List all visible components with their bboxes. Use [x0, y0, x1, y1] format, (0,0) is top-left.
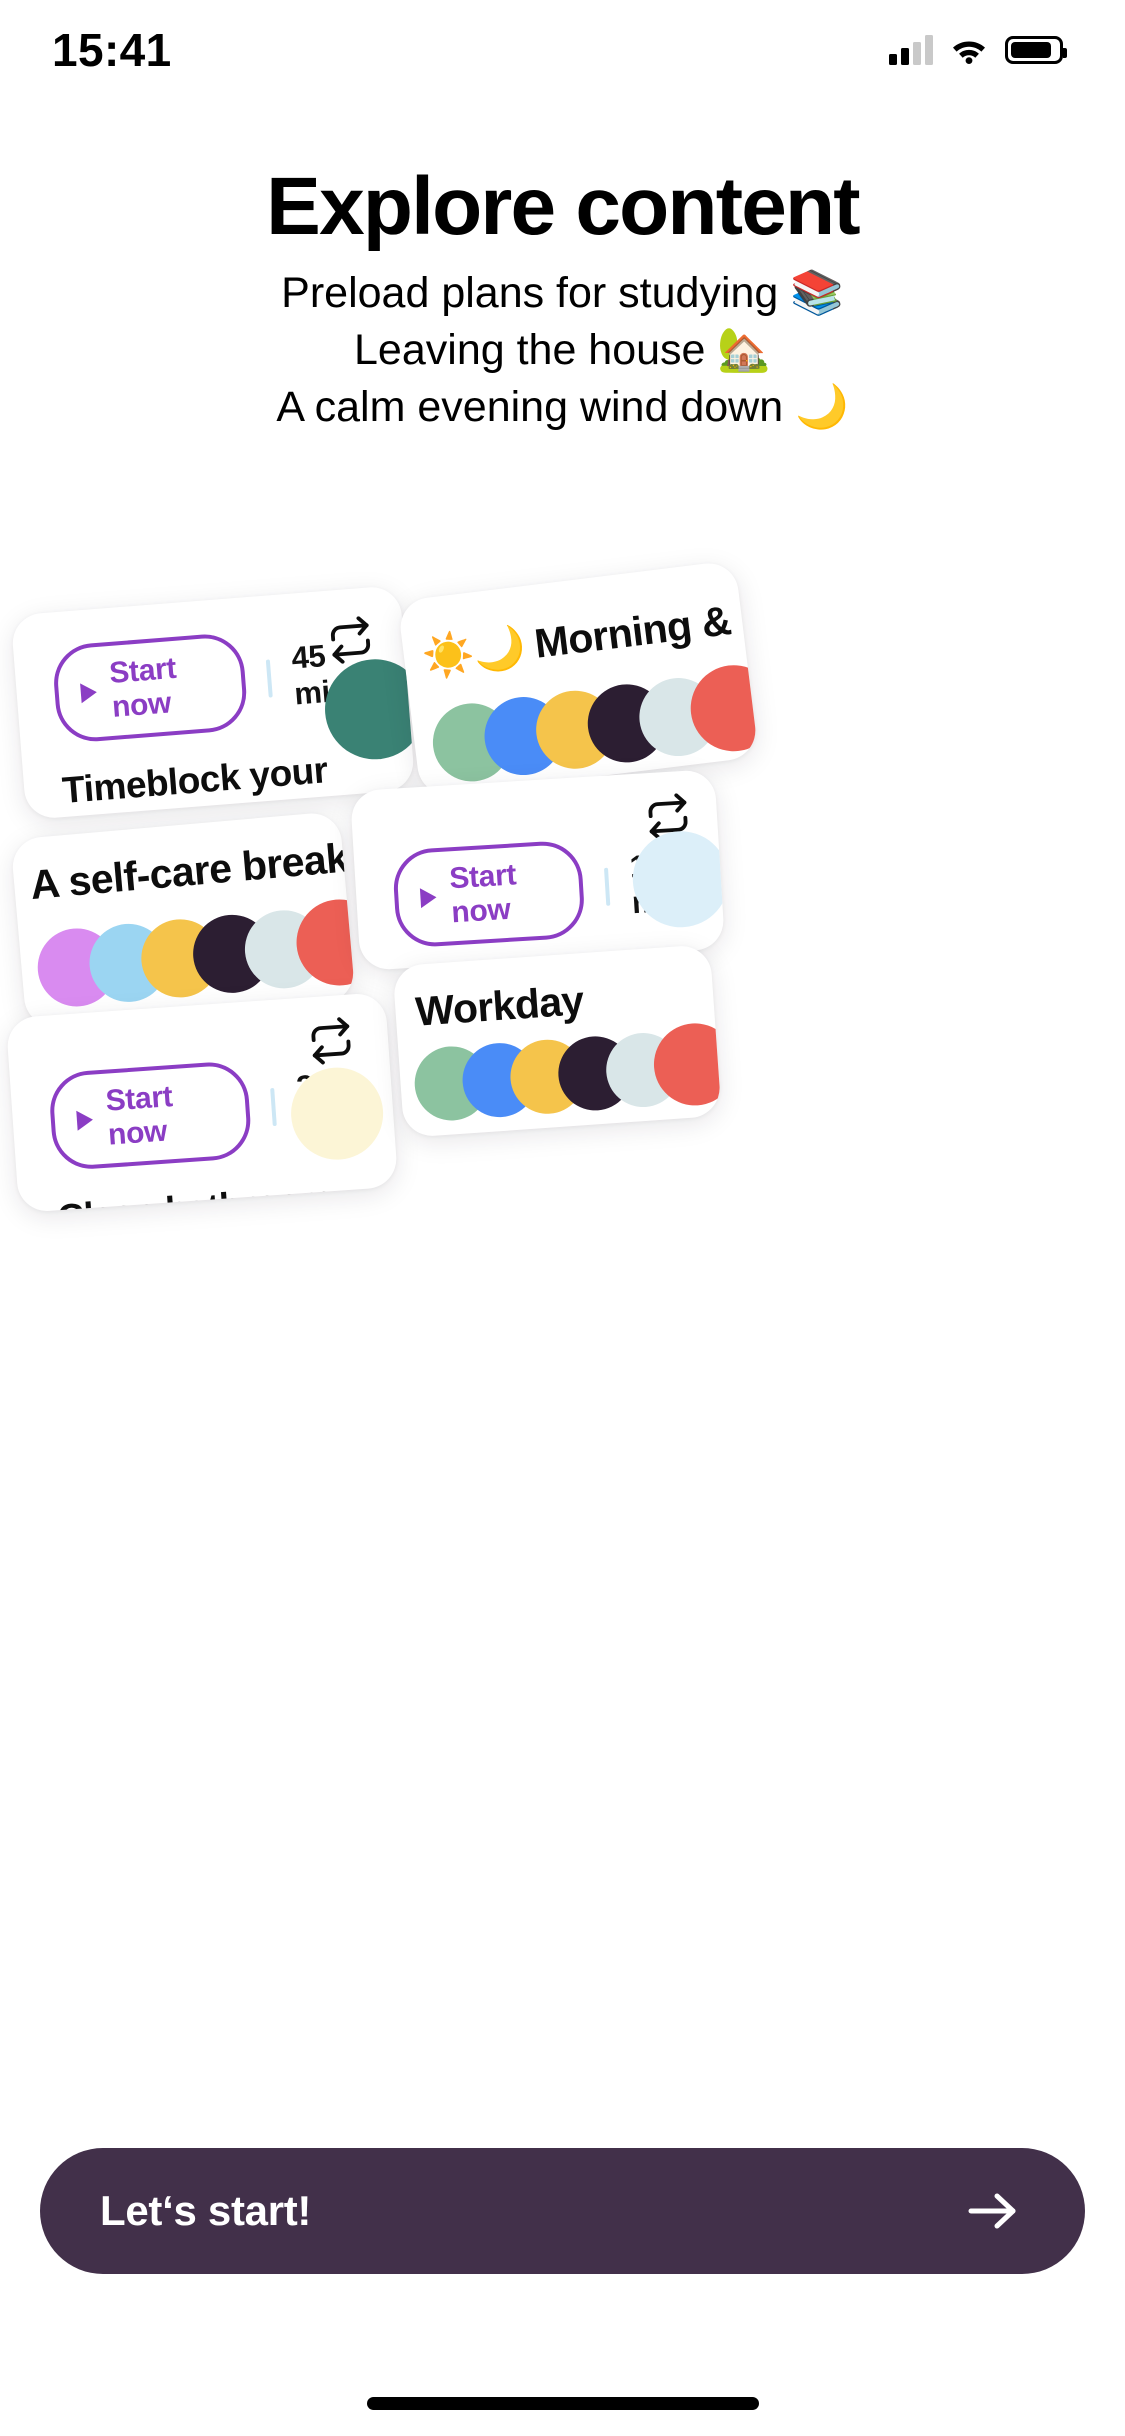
play-icon [76, 1109, 94, 1131]
repeat-icon[interactable] [326, 615, 375, 664]
card-a-self-care-break[interactable]: A self-care break [10, 810, 356, 1030]
sun-moon-icon: ☀️🌙 [419, 621, 528, 682]
lets-start-button[interactable]: Let‘s start! [40, 2148, 1085, 2274]
wifi-icon [953, 41, 985, 64]
play-icon [419, 887, 438, 909]
card-title: Clean bathroom [56, 1178, 334, 1214]
start-now-label: Start now [448, 858, 518, 930]
card-title: Workday [414, 977, 586, 1035]
card-timeblock-your-day[interactable]: Start now 45 min Timeblock your day Make… [10, 585, 416, 820]
routine-color-dots [412, 1020, 722, 1125]
meta-divider [603, 867, 611, 906]
start-now-label: Start now [108, 651, 178, 724]
content-preview-collage: Start now 45 min Timeblock your day Make… [0, 560, 1125, 1215]
home-indicator [366, 2397, 759, 2410]
card-workday[interactable]: Workday [392, 944, 722, 1138]
status-bar: 15:41 [0, 0, 1125, 100]
page-subtitle: Preload plans for studying 📚 Leaving the… [0, 265, 1125, 435]
meta-divider [270, 1087, 278, 1127]
status-time: 15:41 [52, 24, 172, 76]
routine-title-row: A self-care break [28, 834, 350, 909]
card-leaving-the-house[interactable]: Start now 10 m Leaving the house [349, 769, 726, 971]
repeat-icon[interactable] [306, 1016, 355, 1065]
start-now-button[interactable]: Start now [391, 839, 586, 949]
routine-color-dots [34, 895, 356, 1012]
card-title: Morning & evening [532, 577, 759, 667]
card-title: Timeblock your day [60, 749, 330, 820]
play-icon [80, 682, 98, 704]
lets-start-label: Let‘s start! [100, 2187, 312, 2234]
card-title: A self-care break [28, 834, 350, 909]
start-now-button[interactable]: Start now [51, 631, 249, 745]
routine-title-row: ☀️🌙 Morning & evening [419, 577, 758, 681]
cellular-signal-icon [889, 35, 933, 65]
start-now-button[interactable]: Start now [47, 1059, 254, 1172]
page-title: Explore content [266, 161, 860, 252]
card-clean-bathroom[interactable]: Start now 30 m Clean bathroom 1 chapter … [5, 991, 399, 1214]
arrow-right-icon [968, 2193, 1016, 2229]
meta-divider [265, 659, 273, 698]
subtitle-line-1: Preload plans for studying 📚 [281, 269, 844, 317]
routine-title-row: Workday [414, 977, 585, 1036]
status-icons [889, 35, 1067, 65]
battery-icon [1005, 36, 1067, 64]
subtitle-line-2: Leaving the house 🏡 [354, 325, 771, 374]
subtitle-line-3: A calm evening wind down 🌙 [276, 382, 849, 431]
start-now-label: Start now [104, 1080, 174, 1152]
routine-color-dots [428, 660, 759, 788]
card-morning-and-evening[interactable]: ☀️🌙 Morning & evening [397, 560, 759, 798]
